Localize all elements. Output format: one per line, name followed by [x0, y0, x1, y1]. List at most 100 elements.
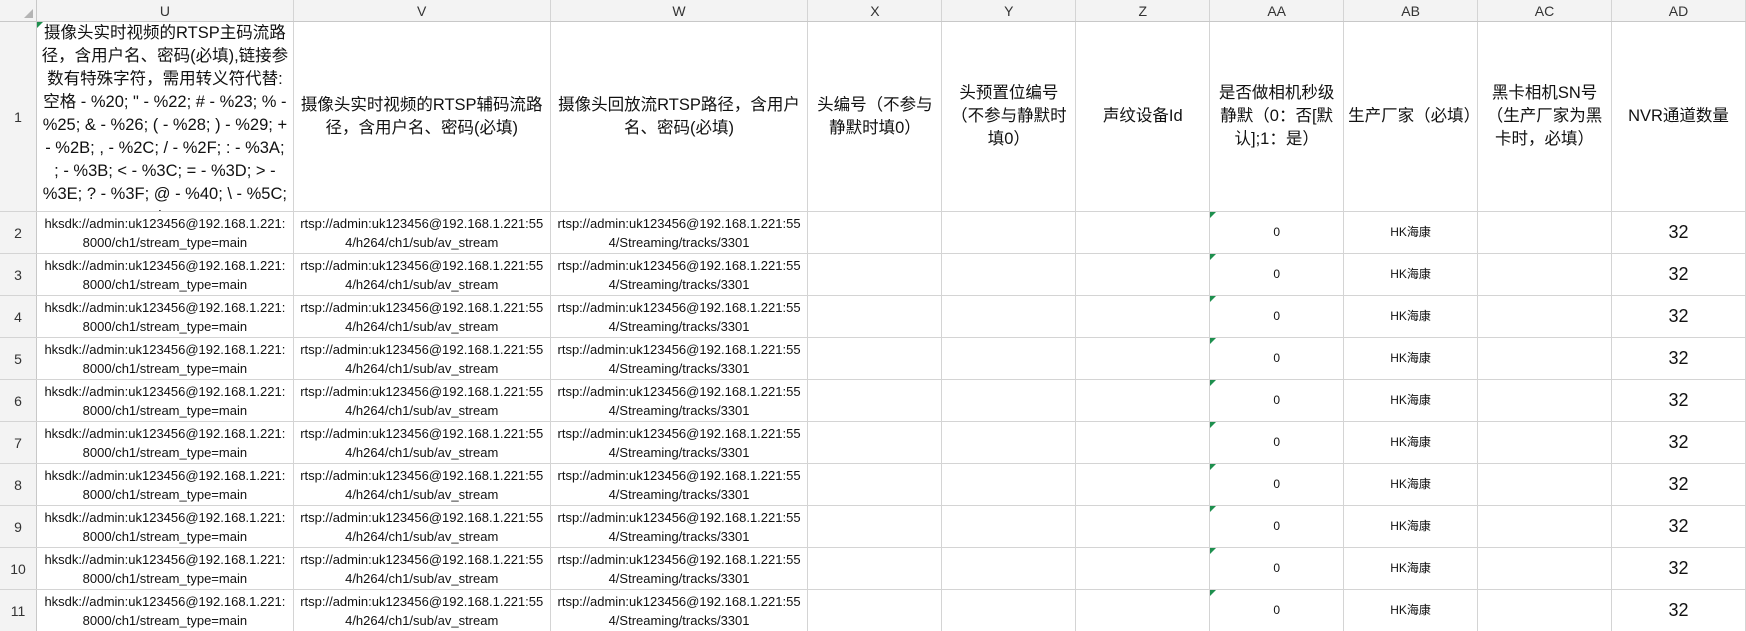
cell-ad3[interactable]: 32	[1611, 253, 1746, 296]
column-header-u[interactable]: U	[36, 0, 294, 22]
row-header[interactable]: 6	[0, 379, 37, 422]
cell-u7[interactable]: hksdk://admin:uk123456@192.168.1.221:800…	[36, 421, 294, 464]
cell-z3[interactable]	[1075, 253, 1211, 296]
cell-ad7[interactable]: 32	[1611, 421, 1746, 464]
cell-ab7[interactable]: HK海康	[1343, 421, 1479, 464]
cell-u1[interactable]: 摄像头实时视频的RTSP主码流路径，含用户名、密码(必填),链接参数有特殊字符，…	[36, 21, 294, 212]
cell-aa9[interactable]: 0	[1209, 505, 1345, 548]
cell-w7[interactable]: rtsp://admin:uk123456@192.168.1.221:554/…	[550, 421, 809, 464]
cell-ad10[interactable]: 32	[1611, 547, 1746, 590]
cell-y2[interactable]	[941, 211, 1077, 254]
cell-v6[interactable]: rtsp://admin:uk123456@192.168.1.221:554/…	[293, 379, 551, 422]
cell-ad8[interactable]: 32	[1611, 463, 1746, 506]
cell-w11[interactable]: rtsp://admin:uk123456@192.168.1.221:554/…	[550, 589, 809, 631]
cell-x9[interactable]	[807, 505, 943, 548]
cell-ac10[interactable]	[1477, 547, 1612, 590]
cell-z9[interactable]	[1075, 505, 1211, 548]
cell-u5[interactable]: hksdk://admin:uk123456@192.168.1.221:800…	[36, 337, 294, 380]
cell-w9[interactable]: rtsp://admin:uk123456@192.168.1.221:554/…	[550, 505, 809, 548]
cell-u3[interactable]: hksdk://admin:uk123456@192.168.1.221:800…	[36, 253, 294, 296]
cell-u8[interactable]: hksdk://admin:uk123456@192.168.1.221:800…	[36, 463, 294, 506]
cell-ac6[interactable]	[1477, 379, 1612, 422]
cell-w6[interactable]: rtsp://admin:uk123456@192.168.1.221:554/…	[550, 379, 809, 422]
cell-x7[interactable]	[807, 421, 943, 464]
cell-aa5[interactable]: 0	[1209, 337, 1345, 380]
cell-w5[interactable]: rtsp://admin:uk123456@192.168.1.221:554/…	[550, 337, 809, 380]
cell-w8[interactable]: rtsp://admin:uk123456@192.168.1.221:554/…	[550, 463, 809, 506]
row-header[interactable]: 2	[0, 211, 37, 254]
cell-y10[interactable]	[941, 547, 1077, 590]
cell-z8[interactable]	[1075, 463, 1211, 506]
cell-z5[interactable]	[1075, 337, 1211, 380]
cell-aa11[interactable]: 0	[1209, 589, 1345, 631]
cell-ad9[interactable]: 32	[1611, 505, 1746, 548]
cell-ab3[interactable]: HK海康	[1343, 253, 1479, 296]
cell-v2[interactable]: rtsp://admin:uk123456@192.168.1.221:554/…	[293, 211, 551, 254]
column-header-x[interactable]: X	[807, 0, 943, 22]
cell-aa3[interactable]: 0	[1209, 253, 1345, 296]
cell-z4[interactable]	[1075, 295, 1211, 338]
column-header-ac[interactable]: AC	[1477, 0, 1612, 22]
cell-y8[interactable]	[941, 463, 1077, 506]
cell-x8[interactable]	[807, 463, 943, 506]
row-header[interactable]: 10	[0, 547, 37, 590]
cell-ad2[interactable]: 32	[1611, 211, 1746, 254]
cell-ab4[interactable]: HK海康	[1343, 295, 1479, 338]
cell-ab8[interactable]: HK海康	[1343, 463, 1479, 506]
cell-ac7[interactable]	[1477, 421, 1612, 464]
cell-x2[interactable]	[807, 211, 943, 254]
cell-w2[interactable]: rtsp://admin:uk123456@192.168.1.221:554/…	[550, 211, 809, 254]
select-all-corner[interactable]	[0, 0, 37, 22]
cell-z1[interactable]: 声纹设备Id	[1075, 21, 1211, 212]
cell-z11[interactable]	[1075, 589, 1211, 631]
cell-ac1[interactable]: 黑卡相机SN号（生产厂家为黑卡时，必填）	[1477, 21, 1612, 212]
cell-ad11[interactable]: 32	[1611, 589, 1746, 631]
row-header[interactable]: 5	[0, 337, 37, 380]
cell-ac5[interactable]	[1477, 337, 1612, 380]
cell-w10[interactable]: rtsp://admin:uk123456@192.168.1.221:554/…	[550, 547, 809, 590]
cell-u6[interactable]: hksdk://admin:uk123456@192.168.1.221:800…	[36, 379, 294, 422]
cell-ab2[interactable]: HK海康	[1343, 211, 1479, 254]
row-header[interactable]: 8	[0, 463, 37, 506]
cell-w3[interactable]: rtsp://admin:uk123456@192.168.1.221:554/…	[550, 253, 809, 296]
cell-u2[interactable]: hksdk://admin:uk123456@192.168.1.221:800…	[36, 211, 294, 254]
cell-x10[interactable]	[807, 547, 943, 590]
cell-aa8[interactable]: 0	[1209, 463, 1345, 506]
cell-v11[interactable]: rtsp://admin:uk123456@192.168.1.221:554/…	[293, 589, 551, 631]
cell-y4[interactable]	[941, 295, 1077, 338]
cell-aa4[interactable]: 0	[1209, 295, 1345, 338]
cell-y6[interactable]	[941, 379, 1077, 422]
cell-y7[interactable]	[941, 421, 1077, 464]
cell-x3[interactable]	[807, 253, 943, 296]
column-header-v[interactable]: V	[293, 0, 551, 22]
cell-v5[interactable]: rtsp://admin:uk123456@192.168.1.221:554/…	[293, 337, 551, 380]
cell-w1[interactable]: 摄像头回放流RTSP路径，含用户名、密码(必填)	[550, 21, 809, 212]
cell-x5[interactable]	[807, 337, 943, 380]
column-header-y[interactable]: Y	[941, 0, 1077, 22]
cell-u10[interactable]: hksdk://admin:uk123456@192.168.1.221:800…	[36, 547, 294, 590]
row-header[interactable]: 4	[0, 295, 37, 338]
cell-u9[interactable]: hksdk://admin:uk123456@192.168.1.221:800…	[36, 505, 294, 548]
column-header-w[interactable]: W	[550, 0, 809, 22]
row-header[interactable]: 11	[0, 589, 37, 631]
cell-ab1[interactable]: 生产厂家（必填）	[1343, 21, 1479, 212]
cell-z7[interactable]	[1075, 421, 1211, 464]
cell-ad5[interactable]: 32	[1611, 337, 1746, 380]
cell-aa10[interactable]: 0	[1209, 547, 1345, 590]
cell-x4[interactable]	[807, 295, 943, 338]
cell-aa7[interactable]: 0	[1209, 421, 1345, 464]
cell-v7[interactable]: rtsp://admin:uk123456@192.168.1.221:554/…	[293, 421, 551, 464]
cell-y1[interactable]: 头预置位编号（不参与静默时填0）	[941, 21, 1077, 212]
row-header[interactable]: 7	[0, 421, 37, 464]
cell-ac9[interactable]	[1477, 505, 1612, 548]
cell-u4[interactable]: hksdk://admin:uk123456@192.168.1.221:800…	[36, 295, 294, 338]
cell-z6[interactable]	[1075, 379, 1211, 422]
cell-x6[interactable]	[807, 379, 943, 422]
column-header-z[interactable]: Z	[1075, 0, 1211, 22]
cell-aa2[interactable]: 0	[1209, 211, 1345, 254]
cell-v8[interactable]: rtsp://admin:uk123456@192.168.1.221:554/…	[293, 463, 551, 506]
cell-v10[interactable]: rtsp://admin:uk123456@192.168.1.221:554/…	[293, 547, 551, 590]
cell-w4[interactable]: rtsp://admin:uk123456@192.168.1.221:554/…	[550, 295, 809, 338]
column-header-ad[interactable]: AD	[1611, 0, 1746, 22]
cell-v1[interactable]: 摄像头实时视频的RTSP辅码流路径，含用户名、密码(必填)	[293, 21, 551, 212]
